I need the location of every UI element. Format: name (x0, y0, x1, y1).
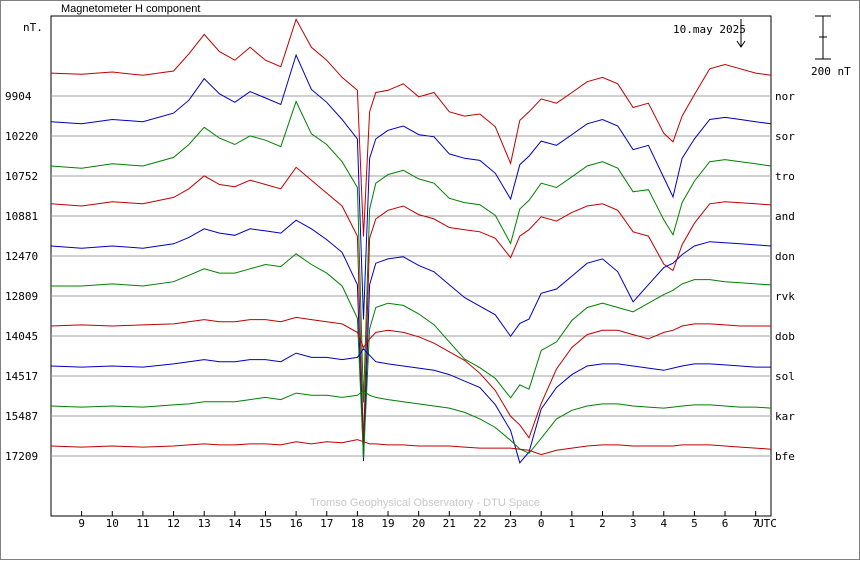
trace-sor (50, 53, 772, 320)
chart-frame: Magnetometer H component nT. 10.may 2025… (0, 0, 860, 560)
x-tick-label-3: 3 (630, 517, 637, 530)
x-axis: 9 10 11 12 13 14 15 16 17 18 19 20 21 22 23 0 1 2 3 4 5 6 7 (78, 511, 759, 530)
x-tick-label-7: 7 (752, 517, 759, 530)
station-traces (50, 18, 772, 464)
x-tick-label-20: 20 (412, 517, 425, 530)
baseline-label-sor: 10220 (5, 130, 38, 143)
station-label-sol: sol (775, 370, 795, 383)
magnetometer-chart: Magnetometer H component nT. 10.may 2025… (5, 3, 851, 530)
x-tick-label-12: 12 (167, 517, 180, 530)
station-label-don: don (775, 250, 795, 263)
baseline-label-nor: 9904 (5, 90, 32, 103)
scale-bar (815, 15, 831, 60)
x-tick-label-9: 9 (78, 517, 85, 530)
x-tick-label-14: 14 (228, 517, 242, 530)
station-label-kar: kar (775, 410, 795, 423)
x-tick-label-4: 4 (660, 517, 667, 530)
x-tick-label-13: 13 (198, 517, 211, 530)
x-tick-label-19: 19 (381, 517, 394, 530)
trace-bfe (50, 439, 772, 456)
baseline-label-rvk: 12809 (5, 290, 38, 303)
trace-kar (50, 390, 772, 454)
x-tick-label-5: 5 (691, 517, 698, 530)
x-tick-label-0: 0 (538, 517, 545, 530)
station-label-dob: dob (775, 330, 795, 343)
x-tick-label-22: 22 (473, 517, 486, 530)
baseline-label-and: 10881 (5, 210, 38, 223)
baseline-label-dob: 14045 (5, 330, 38, 343)
scale-bar-label: 200 nT (811, 65, 851, 78)
x-tick-label-1: 1 (569, 517, 576, 530)
x-tick-label-2: 2 (599, 517, 606, 530)
baseline-label-bfe: 17209 (5, 450, 38, 463)
station-label-nor: nor (775, 90, 795, 103)
trace-rvk (51, 253, 772, 459)
x-tick-label-15: 15 (259, 517, 272, 530)
x-tick-label-18: 18 (351, 517, 364, 530)
footer-credit: Tromso Geophysical Observatory - DTU Spa… (310, 497, 540, 509)
baseline-label-kar: 15487 (5, 410, 38, 423)
station-labels: nor sor tro and don rvk dob sol kar bfe (775, 90, 795, 463)
station-label-and: and (775, 210, 795, 223)
x-tick-label-11: 11 (136, 517, 149, 530)
x-tick-label-23: 23 (504, 517, 517, 530)
station-label-rvk: rvk (775, 290, 795, 303)
baseline-labels: 9904 10220 10752 10881 12470 12809 14045 14517 1… (5, 90, 38, 463)
station-label-bfe: bfe (775, 450, 795, 463)
trace-dob (50, 316, 771, 439)
plot-border (50, 15, 772, 517)
baseline-label-don: 12470 (5, 250, 38, 263)
x-tick-label-16: 16 (289, 517, 302, 530)
station-label-tro: tro (775, 170, 795, 183)
trace-tro (50, 100, 772, 403)
x-tick-label-21: 21 (443, 517, 456, 530)
chart-title: Magnetometer H component (61, 3, 200, 15)
x-unit-label: UTC (757, 517, 777, 530)
date-label: 10.may 2025 (673, 23, 746, 36)
gridlines (51, 95, 771, 457)
trace-nor (50, 18, 772, 237)
baseline-label-sol: 14517 (5, 370, 38, 383)
x-tick-label-6: 6 (722, 517, 729, 530)
station-label-sor: sor (775, 130, 795, 143)
baseline-label-tro: 10752 (5, 170, 38, 183)
x-tick-label-10: 10 (106, 517, 119, 530)
plot-area (50, 15, 772, 517)
unit-label: nT. (23, 21, 43, 34)
trace-and (50, 166, 772, 443)
x-tick-label-17: 17 (320, 517, 333, 530)
